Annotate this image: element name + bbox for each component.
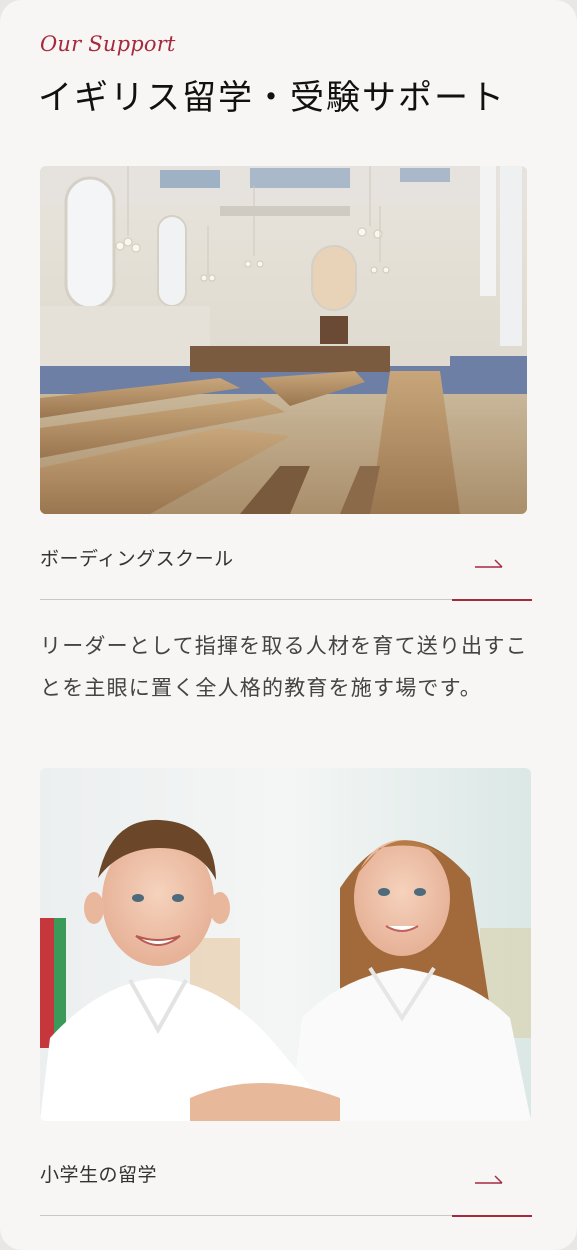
divider-accent <box>452 1215 532 1217</box>
primary-school-link[interactable]: 小学生の留学 <box>40 1160 532 1230</box>
support-section: Our Support イギリス留学・受験サポート ボーディングスクール リーダ… <box>0 0 577 1250</box>
boarding-school-description: リーダーとして指揮を取る人材を育て送り出すことを主眼に置く全人格的教育を施す場で… <box>40 634 528 700</box>
children-illustration <box>40 768 531 1121</box>
divider-accent <box>452 599 532 601</box>
arrow-right-icon <box>474 1170 504 1190</box>
primary-school-image[interactable] <box>40 768 531 1121</box>
section-eyebrow: Our Support <box>40 32 176 56</box>
boarding-school-image[interactable] <box>40 166 527 514</box>
boarding-school-label: ボーディングスクール <box>40 548 234 570</box>
dining-hall-illustration <box>40 166 527 514</box>
arrow-right-icon <box>474 554 504 574</box>
primary-school-label: 小学生の留学 <box>40 1164 158 1186</box>
section-title: イギリス留学・受験サポート <box>38 78 506 118</box>
boarding-school-link[interactable]: ボーディングスクール <box>40 544 532 614</box>
